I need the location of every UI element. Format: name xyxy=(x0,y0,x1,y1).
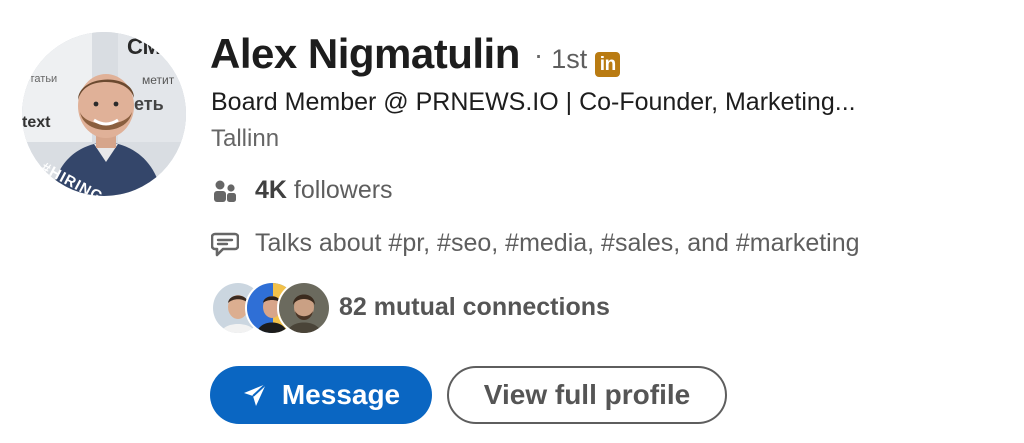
profile-avatar[interactable]: СМИ метит еть статьи text #HIRING xyxy=(22,32,186,196)
profile-headline: Board Member @ PRNEWS.IO | Co-Founder, M… xyxy=(211,88,856,116)
message-button[interactable]: Message xyxy=(210,366,432,424)
followers-label: followers xyxy=(286,176,393,204)
svg-text:еть: еть xyxy=(134,94,164,114)
svg-text:статьи: статьи xyxy=(24,73,57,85)
speech-bubble-icon xyxy=(211,230,239,258)
people-icon xyxy=(211,177,239,205)
connection-degree: 1st xyxy=(551,44,588,74)
followers-count: 4K xyxy=(255,176,287,204)
mutual-avatars xyxy=(211,281,331,335)
view-full-profile-button[interactable]: View full profile xyxy=(447,366,727,424)
profile-location: Tallinn xyxy=(211,125,280,152)
view-full-profile-label: View full profile xyxy=(483,379,691,410)
talks-about-row: Talks about #pr, #seo, #media, #sales, a… xyxy=(211,229,860,258)
svg-text:text: text xyxy=(22,114,51,131)
linkedin-premium-icon: in xyxy=(595,52,621,77)
mutual-avatar xyxy=(277,281,331,335)
separator-dot: · xyxy=(533,39,544,70)
profile-name[interactable]: Alex Nigmatulin xyxy=(210,30,520,78)
message-button-label: Message xyxy=(281,379,401,410)
talks-about-text: Talks about #pr, #seo, #media, #sales, a… xyxy=(255,229,860,257)
profile-card: СМИ метит еть статьи text #HIRING Alex N… xyxy=(0,0,1024,443)
avatar-photo: СМИ метит еть статьи text #HIRING xyxy=(22,32,186,196)
mutual-connections-row[interactable]: 82 mutual connections xyxy=(211,281,610,335)
followers-row: 4K followers xyxy=(211,176,393,205)
send-icon xyxy=(242,382,268,408)
svg-text:метит: метит xyxy=(142,73,175,87)
mutual-connections-text[interactable]: 82 mutual connections xyxy=(339,293,610,322)
svg-text:СМИ: СМИ xyxy=(127,34,177,59)
name-row: Alex Nigmatulin · 1st in xyxy=(210,30,621,78)
